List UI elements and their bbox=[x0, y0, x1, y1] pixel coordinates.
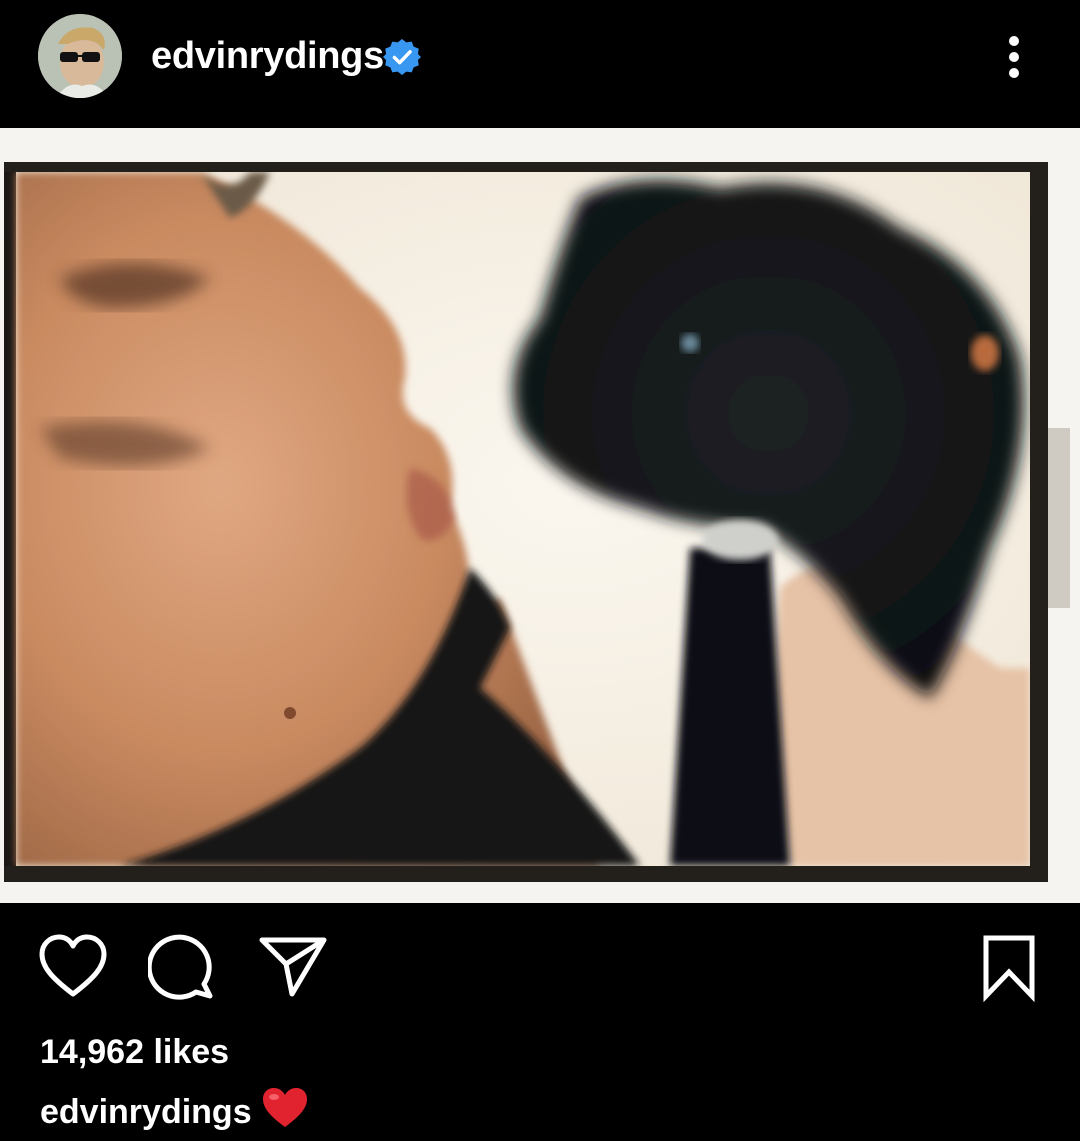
red-heart-emoji-icon bbox=[262, 1088, 307, 1127]
username[interactable]: edvinrydings bbox=[151, 34, 384, 78]
paper-plane-icon[interactable] bbox=[258, 932, 328, 1002]
avatar[interactable] bbox=[38, 14, 122, 98]
bookmark-outline-icon[interactable] bbox=[974, 932, 1044, 1002]
post-image[interactable] bbox=[0, 128, 1080, 903]
more-vertical-icon[interactable] bbox=[994, 32, 1034, 82]
polaroid-photo-image bbox=[0, 128, 1080, 903]
verified-badge-icon bbox=[383, 38, 421, 76]
likes-count[interactable]: 14,962 likes bbox=[40, 1030, 229, 1074]
post-header: edvinrydings bbox=[0, 0, 1080, 128]
heart-outline-icon[interactable] bbox=[38, 932, 108, 1002]
caption-username[interactable]: edvinrydings bbox=[40, 1093, 252, 1131]
caption: edvinrydings bbox=[40, 1087, 308, 1134]
comment-bubble-icon[interactable] bbox=[148, 932, 218, 1002]
